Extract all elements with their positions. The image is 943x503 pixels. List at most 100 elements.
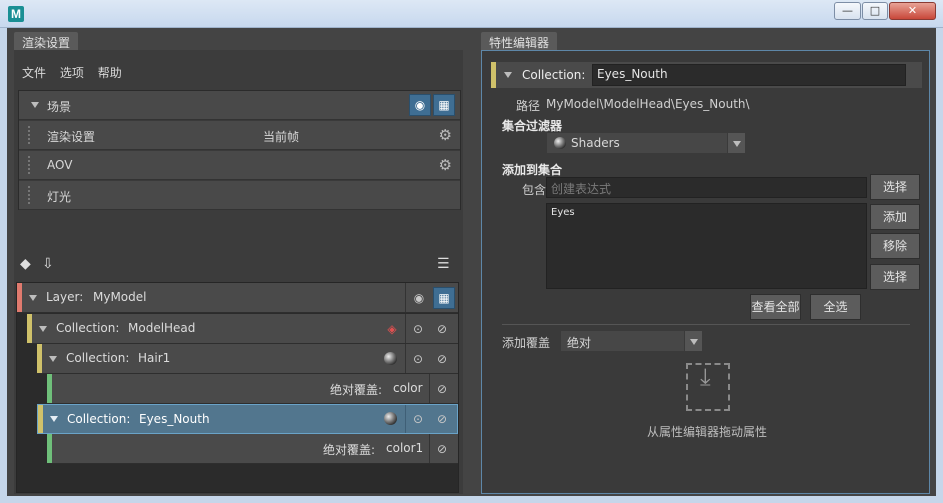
expand-arrow-icon[interactable] [50, 416, 58, 422]
divider [502, 324, 910, 325]
maximize-button[interactable]: □ [862, 2, 888, 20]
scene-label: 场景 [47, 100, 72, 114]
collection-color-bar [38, 405, 43, 433]
menu-file[interactable]: 文件 [22, 66, 46, 80]
expand-arrow-icon[interactable] [39, 326, 47, 332]
collection-color-bar [37, 344, 42, 373]
override-type-dropdown[interactable]: 绝对 [560, 330, 686, 352]
collection-color-bar [491, 62, 496, 88]
expand-arrow-icon[interactable] [29, 295, 37, 301]
scene-row[interactable]: 场景 ◉ ▦ [19, 91, 460, 120]
override-name: color [393, 381, 423, 395]
collection-row[interactable]: Collection: Hair1 ⊙ ⊘ [37, 344, 458, 374]
drag-hint: 从属性编辑器拖动属性 [647, 425, 768, 439]
layer-color-bar [17, 283, 22, 312]
shader-ball-icon [384, 412, 397, 425]
select-button[interactable]: 选择 [870, 174, 920, 200]
divider [405, 283, 406, 312]
divider [405, 405, 406, 433]
collection-row-selected[interactable]: Collection: Eyes_Nouth ⊙ ⊘ [37, 404, 458, 434]
layer-name: MyModel [93, 290, 147, 304]
override-label: 绝对覆盖: [323, 443, 376, 457]
render-settings-label: 渲染设置 [47, 130, 96, 144]
tab-property-editor[interactable]: 特性编辑器 [481, 32, 558, 51]
shader-ball-icon [384, 352, 397, 365]
clapper-icon[interactable]: ▦ [433, 94, 455, 116]
collection-name-field[interactable]: Eyes_Nouth [592, 64, 906, 86]
eye-icon[interactable]: ◉ [409, 288, 429, 308]
isolate-icon[interactable]: ⊙ [408, 319, 428, 339]
aov-row[interactable]: AOV ⚙ [19, 151, 460, 180]
filter-dropdown-arrow[interactable] [727, 132, 746, 154]
collection-name: Eyes_Nouth [139, 412, 210, 426]
drag-handle-icon[interactable] [27, 185, 31, 205]
window-frame: 渲染设置 特性编辑器 文件 选项 帮助 场景 ◉ ▦ 渲染设置 当前帧 ⚙ AO… [0, 28, 943, 503]
include-label: 包含 [522, 183, 547, 197]
collection-color-bar [27, 314, 32, 343]
menu-bar: 文件 选项 帮助 [22, 64, 132, 80]
eraser-icon[interactable]: ◈ [382, 319, 402, 339]
drop-target[interactable]: ⤓ [686, 363, 730, 411]
include-expression-input[interactable]: 创建表达式 [546, 177, 867, 198]
disable-icon[interactable]: ⊘ [432, 439, 452, 459]
disable-icon[interactable]: ⊘ [432, 409, 452, 429]
add-to-collection-heading: 添加到集合 [502, 163, 563, 177]
select-all-button[interactable]: 全选 [810, 294, 861, 320]
gear-icon[interactable]: ⚙ [439, 126, 452, 144]
filter-dropdown[interactable]: Shaders [546, 132, 728, 154]
render-settings-row[interactable]: 渲染设置 当前帧 ⚙ [19, 121, 460, 150]
override-dropdown-arrow[interactable] [684, 330, 703, 352]
checklist-icon[interactable]: ☰ [437, 256, 450, 272]
render-setup-panel: 文件 选项 帮助 场景 ◉ ▦ 渲染设置 当前帧 ⚙ AOV ⚙ 灯光 ◆ ⇩ … [14, 50, 463, 494]
add-layer-icon[interactable]: ◆ [20, 256, 31, 272]
menu-options[interactable]: 选项 [60, 66, 84, 80]
window-client: 渲染设置 特性编辑器 文件 选项 帮助 场景 ◉ ▦ 渲染设置 当前帧 ⚙ AO… [7, 28, 936, 496]
minimize-button[interactable]: — [834, 2, 861, 20]
tab-render-setup[interactable]: 渲染设置 [14, 32, 79, 51]
override-color-bar [47, 374, 52, 403]
expand-arrow-icon[interactable] [49, 356, 57, 362]
gear-icon[interactable]: ⚙ [439, 156, 452, 174]
eye-icon[interactable]: ◉ [409, 94, 431, 116]
current-frame-label: 当前帧 [263, 130, 300, 144]
disable-icon[interactable]: ⊘ [432, 319, 452, 339]
scene-section: 场景 ◉ ▦ 渲染设置 当前帧 ⚙ AOV ⚙ 灯光 [18, 90, 461, 210]
add-override-label: 添加覆盖 [502, 336, 551, 350]
isolate-icon[interactable]: ⊙ [408, 349, 428, 369]
collection-header: Collection: Eyes_Nouth [491, 62, 922, 88]
collection-row[interactable]: Collection: ModelHead ◈ ⊙ ⊘ [27, 314, 458, 344]
collection-label: Collection: [522, 68, 586, 82]
layer-label: Layer: [46, 290, 84, 304]
collection-label: Collection: [66, 351, 130, 365]
drag-handle-icon[interactable] [27, 125, 31, 145]
isolate-icon[interactable]: ⊙ [408, 409, 428, 429]
lights-row[interactable]: 灯光 [19, 181, 460, 210]
clapper-icon[interactable]: ▦ [433, 287, 455, 309]
override-row[interactable]: 绝对覆盖: color ⊘ [47, 374, 458, 404]
chevron-down-icon [733, 141, 741, 147]
remove-button[interactable]: 移除 [870, 233, 920, 259]
expand-arrow-icon[interactable] [504, 72, 512, 78]
shader-ball-icon [554, 137, 566, 149]
lights-label: 灯光 [47, 190, 72, 204]
collection-member-list[interactable]: Eyes [546, 203, 867, 289]
menu-help[interactable]: 帮助 [98, 66, 122, 80]
layer-tree: Layer: MyModel ◉ ▦ Collection: ModelHead… [16, 282, 459, 493]
view-all-button[interactable]: 查看全部 [750, 294, 801, 320]
disable-icon[interactable]: ⊘ [432, 349, 452, 369]
drag-handle-icon[interactable] [27, 155, 31, 175]
list-item[interactable]: Eyes [551, 207, 862, 218]
expand-arrow-icon[interactable] [31, 102, 39, 108]
add-button[interactable]: 添加 [870, 204, 920, 230]
import-icon[interactable]: ⇩ [42, 256, 54, 272]
override-name: color1 [386, 441, 424, 455]
collection-label: Collection: [67, 412, 131, 426]
override-row[interactable]: 绝对覆盖: color1 ⊘ [47, 434, 458, 464]
layer-row[interactable]: Layer: MyModel ◉ ▦ [17, 283, 458, 313]
close-button[interactable]: ✕ [889, 2, 936, 20]
maya-logo-icon: M [8, 6, 24, 22]
collection-label: Collection: [56, 321, 120, 335]
select-button-2[interactable]: 选择 [870, 264, 920, 290]
disable-icon[interactable]: ⊘ [432, 379, 452, 399]
divider [429, 374, 430, 403]
